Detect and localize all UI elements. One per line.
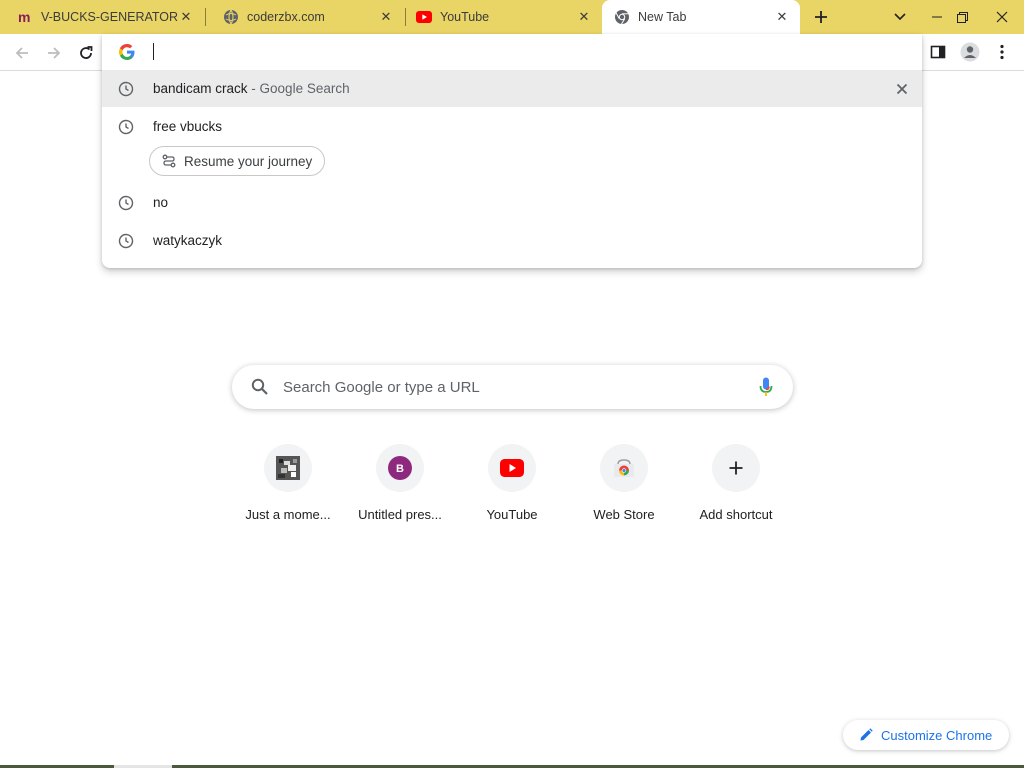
tab-title: New Tab bbox=[638, 10, 687, 24]
shortcut-label: Add shortcut bbox=[699, 507, 773, 522]
menu-button[interactable] bbox=[990, 40, 1014, 64]
m-favicon-icon: m bbox=[17, 9, 33, 25]
web-store-icon bbox=[614, 459, 634, 477]
back-button[interactable] bbox=[8, 39, 36, 67]
forward-button[interactable] bbox=[40, 39, 68, 67]
tab-title: V-BUCKS-GENERATOR-20 bbox=[41, 10, 178, 24]
svg-text:m: m bbox=[18, 9, 30, 25]
search-icon bbox=[251, 378, 268, 395]
new-tab-button[interactable] bbox=[810, 0, 832, 34]
chevron-down-icon bbox=[894, 13, 906, 21]
close-window-button[interactable] bbox=[980, 0, 1024, 34]
minimize-button[interactable] bbox=[926, 0, 948, 34]
suggestion-subtext: - Google Search bbox=[247, 81, 350, 96]
suggestion-item[interactable]: free vbucks bbox=[102, 108, 922, 145]
tab-strip: m V-BUCKS-GENERATOR-20 ✕ coderzbx.com ✕ … bbox=[0, 0, 1024, 34]
tab-new-tab[interactable]: New Tab ✕ bbox=[602, 0, 800, 34]
add-shortcut-tile[interactable]: Add shortcut bbox=[680, 440, 792, 530]
history-clock-icon bbox=[118, 195, 134, 211]
plus-icon bbox=[729, 461, 743, 475]
close-tab-icon[interactable]: ✕ bbox=[576, 9, 592, 25]
journey-icon bbox=[162, 154, 176, 168]
close-tab-icon[interactable]: ✕ bbox=[378, 9, 394, 25]
close-tab-icon[interactable]: ✕ bbox=[774, 9, 790, 25]
resume-journey-chip[interactable]: Resume your journey bbox=[149, 146, 326, 176]
google-g-icon bbox=[119, 44, 135, 60]
shortcut-tile[interactable]: Web Store bbox=[568, 440, 680, 530]
history-clock-icon bbox=[118, 81, 134, 97]
suggestion-item[interactable]: watykaczyk bbox=[102, 222, 922, 259]
shortcut-label: Untitled pres... bbox=[358, 507, 442, 522]
close-icon bbox=[996, 11, 1008, 23]
reload-icon bbox=[80, 46, 93, 59]
side-panel-icon bbox=[930, 45, 946, 59]
restore-button[interactable] bbox=[951, 0, 973, 34]
chrome-icon bbox=[614, 9, 630, 25]
reload-button[interactable] bbox=[72, 39, 100, 67]
history-clock-icon bbox=[118, 233, 134, 249]
plus-icon bbox=[815, 11, 827, 23]
globe-icon bbox=[223, 9, 239, 25]
close-tab-icon[interactable]: ✕ bbox=[178, 9, 194, 25]
tab-coderzbx[interactable]: coderzbx.com ✕ bbox=[206, 0, 404, 34]
tab-search-button[interactable] bbox=[890, 0, 910, 34]
suggestion-item[interactable]: bandicam crack - Google Search bbox=[102, 70, 922, 107]
omnibox-input[interactable] bbox=[102, 34, 922, 70]
svg-text:B: B bbox=[396, 463, 404, 475]
suggestion-text: watykaczyk bbox=[153, 233, 223, 248]
restore-icon bbox=[956, 11, 968, 23]
tab-title: YouTube bbox=[440, 10, 490, 24]
tab-vbucks-generator[interactable]: m V-BUCKS-GENERATOR-20 ✕ bbox=[0, 0, 204, 34]
pencil-icon bbox=[860, 728, 873, 741]
ntp-search-box[interactable]: Search Google or type a URL bbox=[232, 365, 793, 409]
history-clock-icon bbox=[118, 119, 134, 135]
youtube-icon bbox=[416, 9, 432, 25]
youtube-icon bbox=[500, 459, 524, 477]
customize-chrome-button[interactable]: Customize Chrome bbox=[843, 720, 1009, 750]
suggestion-text: bandicam crack bbox=[153, 81, 248, 96]
omnibox-dropdown: bandicam crack - Google Search free vbuc… bbox=[102, 34, 922, 268]
search-placeholder: Search Google or type a URL bbox=[283, 379, 480, 396]
shortcut-tile[interactable]: YouTube bbox=[456, 440, 568, 530]
journey-chip-label: Resume your journey bbox=[184, 153, 313, 169]
shortcut-label: YouTube bbox=[486, 507, 538, 522]
pixel-image-icon bbox=[276, 456, 300, 480]
side-panel-button[interactable] bbox=[926, 40, 950, 64]
suggestion-item[interactable]: no bbox=[102, 184, 922, 221]
shortcut-tile[interactable]: B Untitled pres... bbox=[344, 440, 456, 530]
remove-suggestion-icon[interactable] bbox=[894, 81, 910, 97]
forward-arrow-icon bbox=[48, 47, 61, 59]
minimize-icon bbox=[932, 16, 942, 18]
microphone-icon[interactable] bbox=[759, 377, 773, 397]
shortcut-label: Web Store bbox=[593, 507, 655, 522]
tab-youtube[interactable]: YouTube ✕ bbox=[406, 0, 602, 34]
profile-button[interactable] bbox=[958, 40, 982, 64]
back-arrow-icon bbox=[15, 47, 28, 59]
shortcut-tile[interactable]: Just a mome... bbox=[232, 440, 344, 530]
suggestion-text: no bbox=[153, 195, 169, 210]
more-vert-icon bbox=[1000, 44, 1004, 60]
avatar-icon bbox=[960, 42, 980, 62]
shortcut-label: Just a mome... bbox=[245, 507, 331, 522]
customize-label: Customize Chrome bbox=[881, 727, 993, 743]
tab-title: coderzbx.com bbox=[247, 10, 325, 24]
letter-b-icon: B bbox=[388, 456, 412, 480]
suggestion-text: free vbucks bbox=[153, 119, 223, 134]
text-caret bbox=[153, 43, 154, 60]
